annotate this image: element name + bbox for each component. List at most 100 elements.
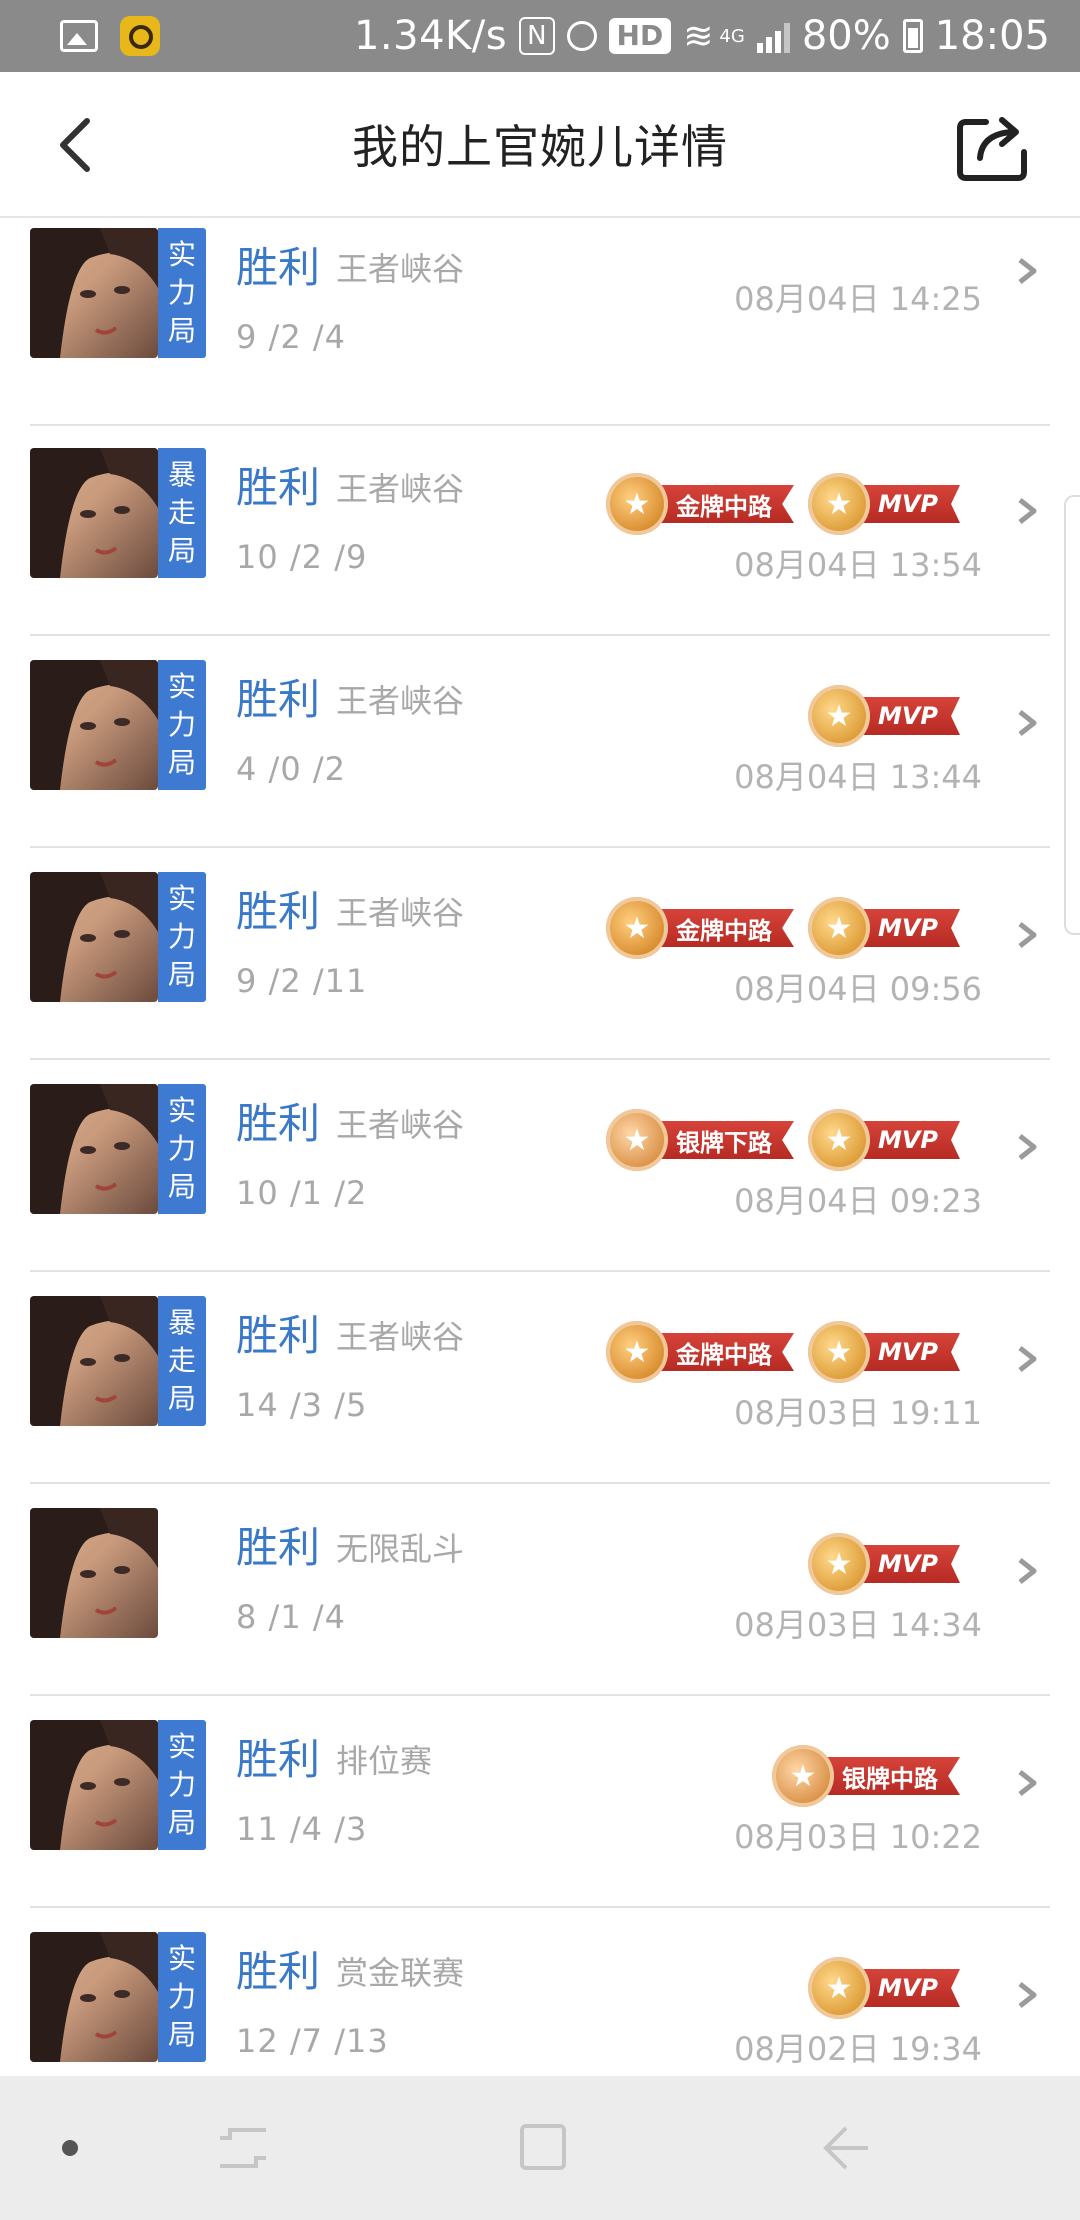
share-button[interactable]	[956, 108, 1030, 182]
mode-tag-char: 局	[167, 1806, 196, 1839]
chevron-right-icon[interactable]	[1014, 1556, 1040, 1586]
network-speed: 1.34K/s	[353, 13, 508, 59]
dot-icon[interactable]	[62, 2140, 78, 2156]
network-type: 4G	[719, 25, 745, 47]
mode-tag-char: 局	[167, 314, 196, 347]
mode-tag: 实力局	[158, 228, 206, 358]
gallery-icon	[60, 20, 98, 52]
match-time: 08月03日 14:34	[734, 1606, 982, 1644]
badge-label: 银牌下路	[645, 1121, 794, 1159]
hero-portrait-icon	[30, 1296, 158, 1426]
share-icon	[957, 117, 1027, 181]
game-mode: 排位赛	[336, 1742, 433, 1780]
badge-group: ★ MVP	[807, 1533, 960, 1595]
mode-tag-char: 实	[167, 238, 196, 271]
match-row[interactable]: 实力局胜利 王者峡谷 9 /2 /11 08月04日 09:56 ★ 金牌中路 ★ MVP	[30, 848, 1050, 1060]
mode-tag: 实力局	[158, 1084, 206, 1214]
mode-tag: 暴走局	[158, 1296, 206, 1426]
hero-portrait-icon	[30, 1720, 158, 1850]
match-row[interactable]: 实力局胜利 排位赛 11 /4 /3 08月03日 10:22 ★ 银牌中路	[30, 1696, 1050, 1908]
match-row[interactable]: 实力局胜利 王者峡谷 10 /1 /2 08月04日 09:23 ★ 银牌下路 ★ MVP	[30, 1060, 1050, 1272]
match-row[interactable]: 实力局胜利 王者峡谷 4 /0 /2 08月04日 13:44 ★ MVP	[30, 636, 1050, 848]
hd-icon: HD	[608, 18, 672, 54]
star-icon: ★	[825, 1334, 853, 1370]
mode-tag: 实力局	[158, 1720, 206, 1850]
match-result: 胜利	[236, 887, 321, 936]
star-icon: ★	[825, 698, 853, 734]
match-time: 08月03日 19:11	[734, 1394, 982, 1432]
mode-tag: 实力局	[158, 1932, 206, 2062]
medal-icon: ★	[772, 1745, 834, 1807]
mode-tag: 实力局	[158, 660, 206, 790]
back-button[interactable]	[40, 108, 110, 182]
badge-group: ★ 金牌中路 ★ MVP	[605, 897, 960, 959]
home-button[interactable]	[520, 2124, 566, 2170]
kda-score: 9 /2 /4	[236, 318, 346, 356]
trophy-icon: ★	[807, 1321, 870, 1383]
chevron-right-icon[interactable]	[1014, 920, 1040, 950]
wifi-icon: ≋	[683, 15, 714, 57]
hero-portrait-icon	[30, 228, 158, 358]
back-nav-icon[interactable]	[820, 2124, 870, 2172]
hero-avatar	[30, 1720, 158, 1850]
badge-group: ★ MVP	[807, 685, 960, 747]
trophy-icon: ★	[807, 1109, 870, 1171]
mode-tag-char: 力	[167, 708, 196, 741]
star-icon: ★	[825, 1970, 853, 2006]
match-result: 胜利	[236, 1947, 321, 1996]
trophy-icon: ★	[807, 685, 870, 747]
match-result: 胜利	[236, 1311, 321, 1360]
match-result: 胜利	[236, 675, 321, 724]
hero-avatar	[30, 1296, 158, 1426]
alarm-icon	[566, 21, 597, 51]
mode-tag-char: 走	[167, 1344, 196, 1377]
nfc-icon: N	[519, 17, 555, 55]
mode-tag-char: 走	[167, 496, 196, 529]
chevron-right-icon[interactable]	[1014, 1980, 1040, 2010]
match-row[interactable]: 胜利 无限乱斗 8 /1 /4 08月03日 14:34 ★ MVP	[30, 1484, 1050, 1696]
hero-portrait-icon	[30, 448, 158, 578]
match-row[interactable]: 实力局胜利 赏金联赛 12 /7 /13 08月02日 19:34 ★ MVP	[30, 1908, 1050, 2076]
hero-portrait-icon	[30, 1932, 158, 2062]
chevron-right-icon[interactable]	[1014, 256, 1040, 286]
mode-tag-char: 局	[167, 1170, 196, 1203]
match-time: 08月03日 10:22	[734, 1818, 982, 1856]
recent-apps-icon[interactable]	[218, 2126, 268, 2170]
match-row[interactable]: 暴走局胜利 王者峡谷 10 /2 /9 08月04日 13:54 ★ 金牌中路 ★ MVP	[30, 424, 1050, 636]
mode-tag-char: 实	[167, 1942, 196, 1975]
hero-portrait-icon	[30, 660, 158, 790]
match-row[interactable]: 暴走局胜利 王者峡谷 14 /3 /5 08月03日 19:11 ★ 金牌中路 ★ MVP	[30, 1272, 1050, 1484]
chevron-right-icon[interactable]	[1014, 708, 1040, 738]
chevron-right-icon[interactable]	[1014, 1132, 1040, 1162]
kda-score: 14 /3 /5	[236, 1386, 368, 1424]
match-time: 08月04日 13:44	[734, 758, 982, 796]
hero-portrait-icon	[30, 872, 158, 1002]
kda-score: 10 /2 /9	[236, 538, 368, 576]
star-icon: ★	[789, 1758, 817, 1794]
star-icon: ★	[623, 486, 651, 522]
match-row[interactable]: 实力局胜利 王者峡谷 9 /2 /4 08月04日 14:25	[30, 218, 1050, 426]
mode-tag-char: 局	[167, 534, 196, 567]
hero-avatar	[30, 448, 158, 578]
medal-icon: ★	[605, 1109, 668, 1171]
badge-group: ★ 金牌中路 ★ MVP	[605, 473, 960, 535]
battery-percent: 80%	[801, 13, 891, 59]
mode-tag-char: 实	[167, 882, 196, 915]
game-mode: 王者峡谷	[336, 894, 465, 932]
chevron-right-icon[interactable]	[1014, 1344, 1040, 1374]
match-list[interactable]: 实力局胜利 王者峡谷 9 /2 /4 08月04日 14:25 暴走局胜利 王者峡谷 10 …	[0, 218, 1080, 2076]
mode-tag-char: 实	[167, 670, 196, 703]
page-title: 我的上官婉儿详情	[352, 120, 728, 174]
kda-score: 10 /1 /2	[236, 1174, 368, 1212]
star-icon: ★	[825, 910, 853, 946]
chevron-right-icon[interactable]	[1014, 1768, 1040, 1798]
scrollbar[interactable]	[1064, 495, 1080, 935]
mvp-badge: ★ MVP	[807, 1533, 960, 1595]
silver-medal-badge: ★ 银牌下路	[605, 1109, 794, 1171]
badge-group: ★ 金牌中路 ★ MVP	[605, 1321, 960, 1383]
clock: 18:05	[934, 13, 1050, 59]
mode-tag-char: 力	[167, 276, 196, 309]
trophy-icon: ★	[807, 1533, 870, 1595]
mode-tag-char: 局	[167, 958, 196, 991]
chevron-right-icon[interactable]	[1014, 496, 1040, 526]
